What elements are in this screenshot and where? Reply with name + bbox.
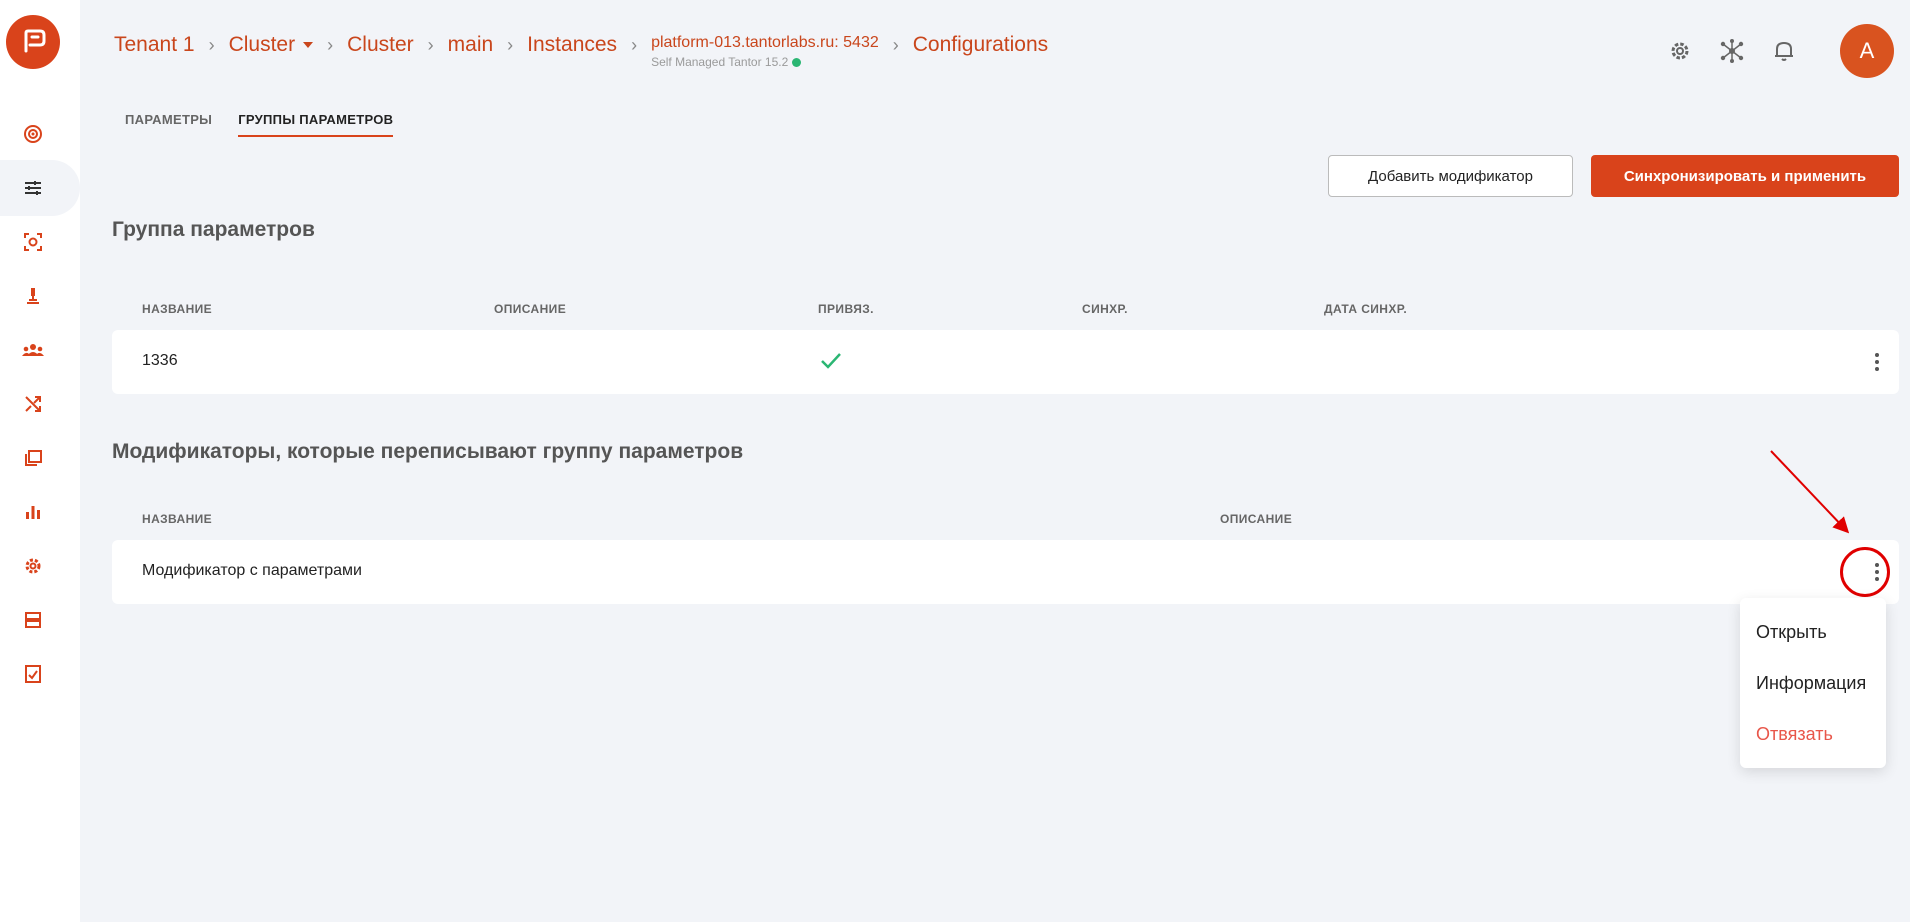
- sidebar-item-files[interactable]: [16, 441, 50, 475]
- sliders-icon: [25, 181, 41, 195]
- chevron-right-icon: ›: [427, 35, 434, 55]
- col-header-name: НАЗВАНИЕ: [142, 302, 213, 316]
- breadcrumb-cluster-dropdown[interactable]: Cluster: [229, 30, 314, 60]
- logo-icon: [24, 29, 46, 53]
- tab-parameter-groups[interactable]: ГРУППЫ ПАРАМЕТРОВ: [238, 112, 394, 137]
- status-ok-icon: [792, 57, 802, 67]
- app-logo[interactable]: [6, 15, 60, 69]
- notifications-button[interactable]: [1768, 35, 1800, 67]
- breadcrumb-main[interactable]: main: [448, 30, 494, 60]
- check-icon: [820, 352, 842, 375]
- col-header-sync-date: ДАТА СИНХР.: [1324, 302, 1408, 316]
- sidebar-item-lab[interactable]: [16, 279, 50, 313]
- sidebar-item-monitoring[interactable]: [16, 225, 50, 259]
- table-row[interactable]: 1336: [112, 330, 1899, 394]
- menu-item-open[interactable]: Открыть: [1756, 622, 1827, 643]
- sidebar-item-target[interactable]: [16, 117, 50, 151]
- sidebar-item-users[interactable]: [16, 333, 50, 367]
- breadcrumb-host-label: platform-013.tantorlabs.ru: 5432: [651, 34, 879, 51]
- focus-icon: [24, 233, 42, 251]
- col-header-name: НАЗВАНИЕ: [142, 512, 213, 526]
- sidebar-item-shuffle[interactable]: [16, 387, 50, 421]
- target-icon: [24, 125, 42, 143]
- sidebar-item-configurations[interactable]: [16, 171, 50, 205]
- gear-icon: [25, 558, 41, 574]
- sync-apply-button[interactable]: Синхронизировать и применить: [1591, 155, 1899, 197]
- bell-icon: [1775, 41, 1793, 61]
- breadcrumb-host[interactable]: platform-013.tantorlabs.ru: 5432 Self Ma…: [651, 30, 879, 68]
- header-actions: A: [1664, 24, 1894, 78]
- sidebar-item-tasks[interactable]: [16, 657, 50, 691]
- host-version-label: Self Managed Tantor 15.2: [651, 55, 789, 69]
- chevron-right-icon: ›: [208, 35, 215, 55]
- kebab-dot: [1875, 367, 1879, 371]
- menu-item-unbind[interactable]: Отвязать: [1756, 724, 1833, 745]
- chevron-right-icon: ›: [892, 35, 899, 55]
- tabs: ПАРАМЕТРЫ ГРУППЫ ПАРАМЕТРОВ: [125, 112, 394, 137]
- gear-icon: [1671, 42, 1689, 60]
- microscope-icon: [27, 288, 39, 304]
- modifier-name: Модификатор с параметрами: [142, 562, 362, 579]
- row-menu-button[interactable]: [1865, 350, 1889, 374]
- chevron-right-icon: ›: [507, 35, 514, 55]
- annotation-arrow: [1770, 450, 1850, 534]
- context-menu: Открыть Информация Отвязать: [1740, 598, 1886, 768]
- annotation-circle: [1840, 547, 1890, 597]
- network-icon: [1720, 39, 1744, 63]
- sidebar-item-stats[interactable]: [16, 495, 50, 529]
- col-header-bound: ПРИВЯЗ.: [818, 302, 874, 316]
- breadcrumb: Tenant 1 › Cluster › Cluster › main › In…: [114, 30, 1048, 68]
- chevron-right-icon: ›: [327, 35, 334, 55]
- checklist-icon: [25, 665, 41, 683]
- col-header-description: ОПИСАНИЕ: [1220, 512, 1293, 526]
- users-icon: [22, 344, 44, 356]
- kebab-dot: [1875, 353, 1879, 357]
- col-header-description: ОПИСАНИЕ: [494, 302, 567, 316]
- folders-icon: [25, 450, 42, 466]
- col-header-sync: СИНХР.: [1082, 302, 1128, 316]
- param-group-name: 1336: [142, 352, 178, 369]
- avatar[interactable]: A: [1840, 24, 1894, 78]
- server-icon: [25, 612, 41, 628]
- caret-down-icon: [303, 42, 314, 49]
- tab-parameters[interactable]: ПАРАМЕТРЫ: [125, 112, 212, 137]
- breadcrumb-tenant[interactable]: Tenant 1: [114, 30, 195, 60]
- sidebar-item-servers[interactable]: [16, 603, 50, 637]
- add-modifier-button[interactable]: Добавить модификатор: [1328, 155, 1573, 197]
- kebab-dot: [1875, 360, 1879, 364]
- breadcrumb-host-subtitle: Self Managed Tantor 15.2: [651, 56, 879, 68]
- table-row[interactable]: Модификатор с параметрами: [112, 540, 1899, 604]
- menu-item-info[interactable]: Информация: [1756, 673, 1866, 694]
- breadcrumb-configurations: Configurations: [912, 33, 1049, 56]
- shuffle-icon: [25, 396, 41, 412]
- bar-chart-icon: [26, 506, 40, 519]
- modifiers-title: Модификаторы, которые переписывают групп…: [112, 440, 744, 463]
- breadcrumb-cluster[interactable]: Cluster: [347, 30, 414, 60]
- network-button[interactable]: [1716, 35, 1748, 67]
- param-group-title: Группа параметров: [112, 218, 315, 241]
- chevron-right-icon: ›: [631, 35, 638, 55]
- breadcrumb-instances[interactable]: Instances: [527, 30, 617, 60]
- settings-button[interactable]: [1664, 35, 1696, 67]
- breadcrumb-cluster-dropdown-label: Cluster: [228, 33, 296, 56]
- sidebar-item-settings[interactable]: [16, 549, 50, 583]
